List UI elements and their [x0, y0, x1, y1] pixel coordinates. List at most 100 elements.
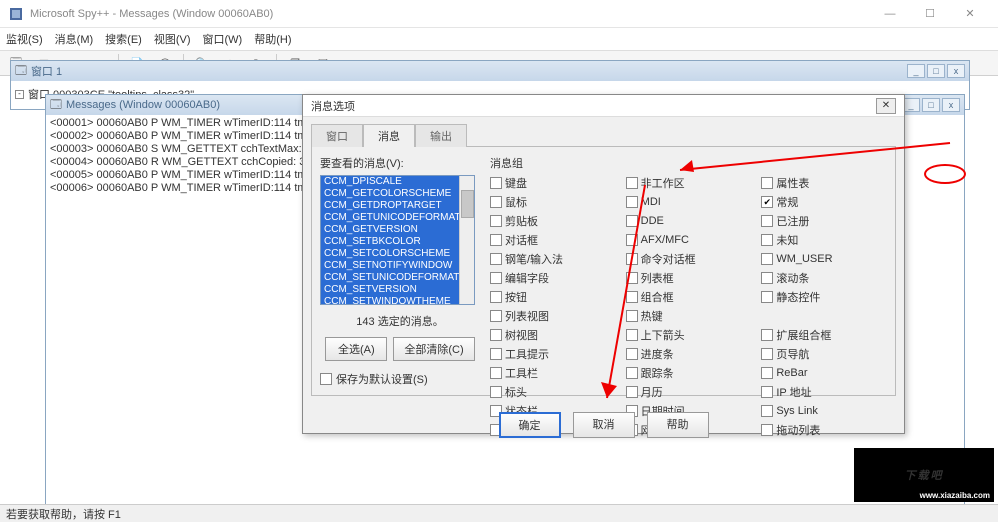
group-label: 鼠标: [505, 194, 527, 210]
clear-all-button[interactable]: 全部清除(C): [393, 337, 474, 361]
group-checkbox[interactable]: 跟踪条: [626, 365, 752, 381]
group-label: 扩展组合框: [776, 327, 831, 343]
group-checkbox[interactable]: 列表框: [626, 270, 752, 286]
group-checkbox[interactable]: 未知: [761, 232, 887, 248]
group-checkbox[interactable]: 非工作区: [626, 175, 752, 191]
win-close-icon[interactable]: x: [947, 64, 965, 78]
group-checkbox[interactable]: ReBar: [761, 365, 887, 381]
group-checkbox[interactable]: 工具栏: [490, 365, 616, 381]
group-checkbox[interactable]: 常规: [761, 194, 887, 210]
group-checkbox[interactable]: 命令对话框: [626, 251, 752, 267]
win-max-icon[interactable]: □: [927, 64, 945, 78]
right-column: 消息组 键盘非工作区属性表鼠标MDI常规剪贴板DDE已注册对话框AFX/MFC未…: [490, 155, 887, 387]
group-label: 非工作区: [641, 175, 685, 191]
list-item[interactable]: CCM_GETVERSION: [321, 224, 474, 236]
list-item[interactable]: CCM_SETWINDOWTHEME: [321, 296, 474, 304]
group-checkbox[interactable]: DDE: [626, 213, 752, 229]
group-label: AFX/MFC: [641, 234, 689, 246]
dialog-close-button[interactable]: ✕: [876, 98, 896, 114]
group-checkbox[interactable]: 按钮: [490, 289, 616, 305]
group-checkbox[interactable]: 扩展组合框: [761, 327, 887, 343]
close-button[interactable]: ✕: [950, 3, 990, 25]
dialog-titlebar[interactable]: 消息选项 ✕: [303, 95, 904, 117]
checkbox-box: [490, 196, 502, 208]
list-item[interactable]: CCM_GETCOLORSCHEME: [321, 188, 474, 200]
checkbox-box: [626, 329, 638, 341]
group-checkbox[interactable]: MDI: [626, 194, 752, 210]
list-item[interactable]: CCM_SETBKCOLOR: [321, 236, 474, 248]
group-checkbox[interactable]: 上下箭头: [626, 327, 752, 343]
dialog-title: 消息选项: [311, 98, 876, 114]
list-item[interactable]: CCM_SETCOLORSCHEME: [321, 248, 474, 260]
group-checkbox[interactable]: 拖动列表: [761, 422, 887, 438]
tab-output[interactable]: 输出: [415, 124, 467, 147]
group-checkbox[interactable]: 标头: [490, 384, 616, 400]
group-checkbox[interactable]: AFX/MFC: [626, 232, 752, 248]
checkbox-box: [626, 291, 638, 303]
listbox-scrollbar[interactable]: [459, 176, 474, 304]
scrollbar-thumb[interactable]: [461, 190, 474, 218]
group-label: 月历: [641, 384, 663, 400]
group-checkbox[interactable]: 钢笔/输入法: [490, 251, 616, 267]
select-all-button[interactable]: 全选(A): [325, 337, 387, 361]
ok-button[interactable]: 确定: [499, 412, 561, 438]
group-checkbox[interactable]: WM_USER: [761, 251, 887, 267]
group-checkbox[interactable]: Sys Link: [761, 403, 887, 419]
group-checkbox[interactable]: 树视图: [490, 327, 616, 343]
group-checkbox[interactable]: 键盘: [490, 175, 616, 191]
win-close-icon[interactable]: x: [942, 98, 960, 112]
win-min-icon[interactable]: _: [907, 64, 925, 78]
group-checkbox[interactable]: 鼠标: [490, 194, 616, 210]
list-item[interactable]: CCM_SETUNICODEFORMAT: [321, 272, 474, 284]
cancel-button[interactable]: 取消: [573, 412, 635, 438]
group-checkbox[interactable]: 编辑字段: [490, 270, 616, 286]
checkbox-box: [490, 348, 502, 360]
group-checkbox[interactable]: 滚动条: [761, 270, 887, 286]
group-checkbox[interactable]: 组合框: [626, 289, 752, 305]
checkbox-box: [761, 234, 773, 246]
list-item[interactable]: CCM_DPISCALE: [321, 176, 474, 188]
list-item[interactable]: CCM_SETNOTIFYWINDOW: [321, 260, 474, 272]
group-label: WM_USER: [776, 253, 832, 265]
checkbox-box: [626, 272, 638, 284]
message-options-dialog: 消息选项 ✕ 窗口 消息 输出 要查看的消息(V): CCM_DPISCALEC…: [302, 94, 905, 434]
group-checkbox[interactable]: IP 地址: [761, 384, 887, 400]
group-checkbox[interactable]: 热键: [626, 308, 752, 324]
maximize-button[interactable]: ☐: [910, 3, 950, 25]
group-checkbox[interactable]: 对话框: [490, 232, 616, 248]
menu-monitor[interactable]: 监视(S): [6, 31, 43, 47]
group-checkbox[interactable]: 进度条: [626, 346, 752, 362]
group-checkbox[interactable]: 月历: [626, 384, 752, 400]
group-checkbox[interactable]: 已注册: [761, 213, 887, 229]
group-checkbox[interactable]: 属性表: [761, 175, 887, 191]
checkbox-box: [490, 253, 502, 265]
window-tree-title[interactable]: 🗔 窗口 1 _□x: [11, 61, 969, 81]
menu-messages[interactable]: 消息(M): [55, 31, 94, 47]
menu-window[interactable]: 窗口(W): [203, 31, 243, 47]
menu-search[interactable]: 搜索(E): [105, 31, 142, 47]
help-button[interactable]: 帮助: [647, 412, 709, 438]
group-checkbox[interactable]: 列表视图: [490, 308, 616, 324]
group-label: ReBar: [776, 367, 807, 379]
tab-messages[interactable]: 消息: [363, 124, 415, 147]
selection-summary: 143 选定的消息。: [320, 313, 480, 329]
save-default-checkbox[interactable]: 保存为默认设置(S): [320, 371, 480, 387]
tree-expand-icon[interactable]: -: [15, 90, 24, 99]
messages-listbox[interactable]: CCM_DPISCALECCM_GETCOLORSCHEMECCM_GETDRO…: [320, 175, 475, 305]
checkbox-box: [761, 177, 773, 189]
status-bar: 若要获取帮助，请按 F1: [0, 504, 998, 522]
tab-window[interactable]: 窗口: [311, 124, 363, 147]
list-item[interactable]: CCM_GETDROPTARGET: [321, 200, 474, 212]
menu-view[interactable]: 视图(V): [154, 31, 191, 47]
menu-help[interactable]: 帮助(H): [254, 31, 291, 47]
group-checkbox[interactable]: 剪贴板: [490, 213, 616, 229]
win-max-icon[interactable]: □: [922, 98, 940, 112]
group-checkbox[interactable]: 页导航: [761, 346, 887, 362]
group-checkbox[interactable]: 工具提示: [490, 346, 616, 362]
group-checkbox[interactable]: 静态控件: [761, 289, 887, 305]
group-label: 常规: [776, 194, 798, 210]
list-item[interactable]: CCM_GETUNICODEFORMAT: [321, 212, 474, 224]
minimize-button[interactable]: —: [870, 3, 910, 25]
list-item[interactable]: CCM_SETVERSION: [321, 284, 474, 296]
app-title: Microsoft Spy++ - Messages (Window 00060…: [30, 8, 870, 20]
